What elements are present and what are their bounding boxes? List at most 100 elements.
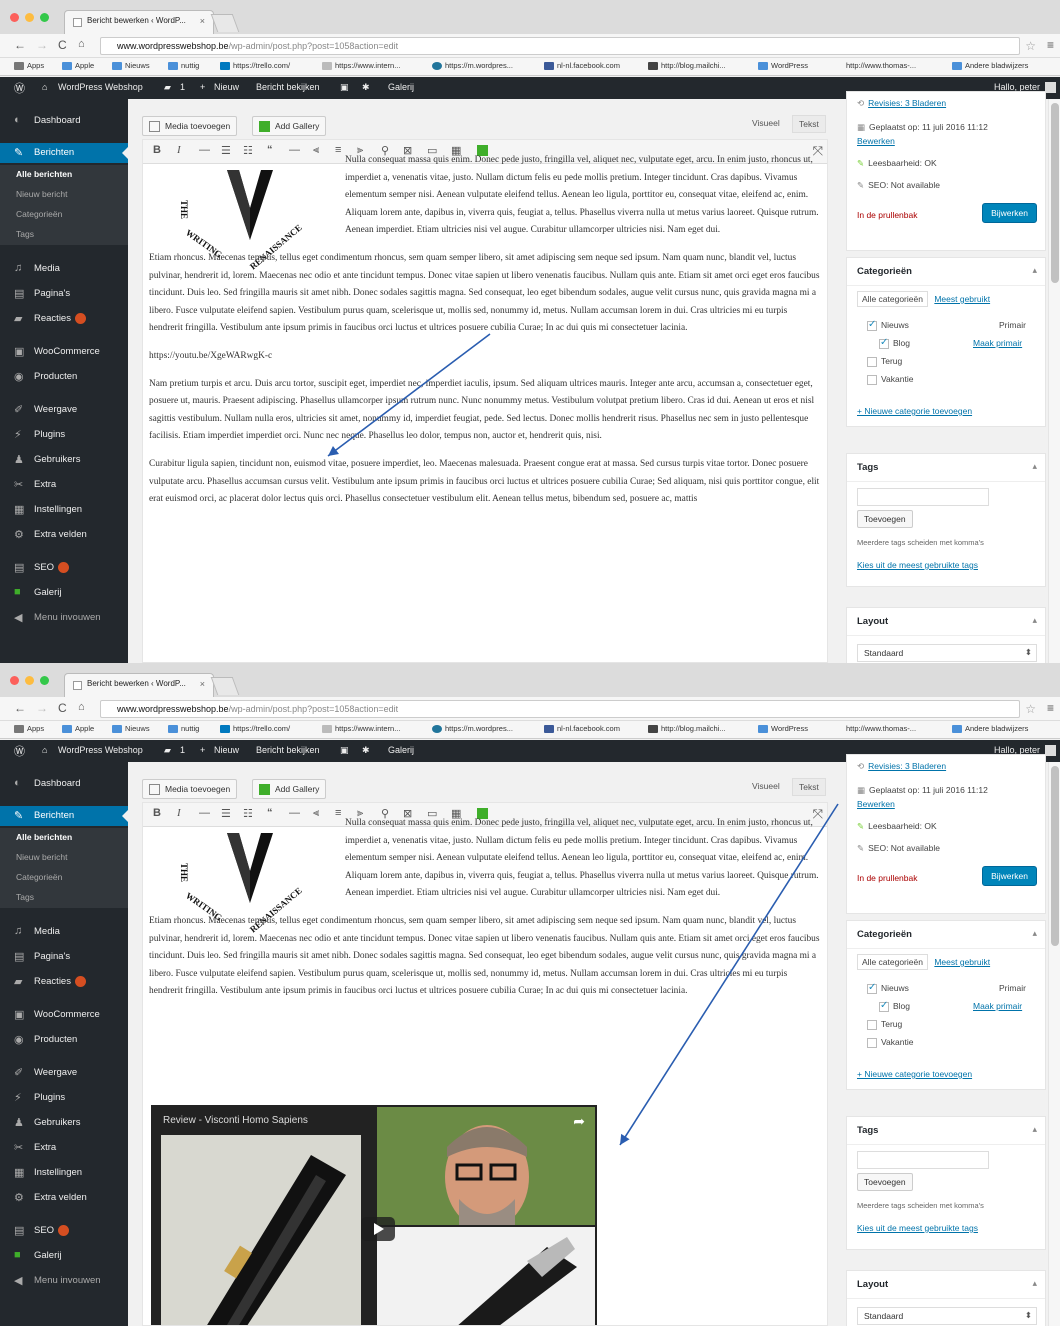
sidebar-item-seo[interactable]: ▤ SEO [0,558,128,578]
home-icon[interactable]: ⌂ [78,38,85,50]
close-tab-icon[interactable]: × [200,679,205,689]
tab-all-categories[interactable]: Alle categorieën [857,291,928,307]
browser-tab[interactable]: Bericht bewerken ‹ WordP... × [64,10,214,34]
bookmark-item[interactable]: Apps [14,61,44,70]
category-item[interactable]: Nieuws [867,319,909,331]
comments-icon[interactable]: ▰ [164,745,171,756]
tags-title[interactable]: Tags ▴ [847,454,1045,482]
tab-visual[interactable]: Visueel [752,781,780,791]
browser-tab[interactable]: Bericht bewerken ‹ WordP... × [64,673,214,697]
youtube-embed[interactable]: Review - Visconti Homo Sapiens ➦ [151,1105,597,1325]
new-tab-button[interactable] [210,677,240,695]
toggle-arrow-icon[interactable]: ▴ [1032,928,1037,939]
forward-icon[interactable]: → [36,38,48,52]
choose-tags-link[interactable]: Kies uit de meest gebruikte tags [857,1223,978,1233]
category-item[interactable]: Nieuws [867,982,909,994]
sidebar-item-gebruikers[interactable]: ♟ Gebruikers [0,450,128,470]
bookmark-item[interactable]: nuttig [168,724,199,733]
view-post-link[interactable]: Bericht bekijken [256,745,320,755]
bookmark-item[interactable]: http://www.thomas-... [846,724,916,733]
sidebar-item-dashboard[interactable]: ◐ Dashboard [0,111,128,131]
sidebar-item-extra-velden[interactable]: ⚙ Extra velden [0,1188,128,1208]
toggle-arrow-icon[interactable]: ▴ [1032,1278,1037,1289]
page-scrollbar[interactable] [1048,99,1060,663]
sidebar-item-berichten[interactable]: ✎ Berichten [0,806,128,826]
tag-input[interactable] [857,488,989,506]
sidebar-item-plugins[interactable]: ⚡ Plugins [0,425,128,445]
back-icon[interactable]: ← [14,38,26,52]
avatar[interactable] [1045,745,1056,756]
trash-link[interactable]: In de prullenbak [857,210,918,220]
numbered-list-icon[interactable]: ☷ [243,144,253,157]
category-item[interactable]: Terug [867,1019,902,1030]
layout-title[interactable]: Layout ▴ [847,1271,1045,1299]
revisions-link[interactable]: Revisies: 3 Bladeren [868,98,946,108]
strikethrough-icon[interactable]: — [199,807,210,819]
collapse-menu-button[interactable]: ◀ Menu invouwen [0,1271,128,1291]
bookmark-item[interactable]: http://www.thomas-... [846,61,916,70]
bookmark-item[interactable]: https://www.intern... [322,61,400,70]
bullet-list-icon[interactable]: ☰ [221,807,231,820]
post-editor[interactable]: B I — ☰ ☷ “ — ⫷ ≡ ⫸ ⚲ ⊠ ▭ ▦ ⤧ THE WRITIN… [142,139,828,663]
close-window-button[interactable] [10,676,19,685]
home-icon[interactable]: ⌂ [78,701,85,713]
align-center-icon[interactable]: ≡ [335,144,341,156]
italic-icon[interactable]: I [177,807,181,819]
close-tab-icon[interactable]: × [200,16,205,26]
avatar[interactable] [1045,82,1056,93]
reload-icon[interactable]: C [58,701,67,715]
edit-date-link[interactable]: Bewerken [857,136,895,146]
blockquote-icon[interactable]: “ [267,144,273,156]
bookmark-item[interactable]: Andere bladwijzers [952,61,1028,70]
toggle-arrow-icon[interactable]: ▴ [1032,1124,1037,1135]
category-item[interactable]: Vakantie [867,374,913,385]
wordpress-logo-icon[interactable]: Ⓦ [14,80,25,96]
sidebar-item-instellingen[interactable]: ▦ Instellingen [0,500,128,520]
sidebar-item-media[interactable]: ♫ Media [0,922,128,942]
add-category-link[interactable]: + Nieuwe categorie toevoegen [857,406,972,416]
edit-date-link[interactable]: Bewerken [857,799,895,809]
layout-title[interactable]: Layout ▴ [847,608,1045,636]
choose-tags-link[interactable]: Kies uit de meest gebruikte tags [857,560,978,570]
italic-icon[interactable]: I [177,144,181,156]
sidebar-item-dashboard[interactable]: ◐ Dashboard [0,774,128,794]
add-tag-button[interactable]: Toevoegen [857,510,913,528]
bold-icon[interactable]: B [153,807,161,819]
sidebar-item-seo[interactable]: ▤ SEO [0,1221,128,1241]
new-content-link[interactable]: Nieuw [214,745,239,755]
sidebar-subitem[interactable]: Tags [0,225,128,245]
reload-icon[interactable]: C [58,38,67,52]
sidebar-item-reacties[interactable]: ▰ Reacties [0,972,128,992]
sidebar-item-gebruikers[interactable]: ♟ Gebruikers [0,1113,128,1133]
sidebar-item-paginas[interactable]: ▤ Pagina's [0,284,128,304]
video-title[interactable]: Review - Visconti Homo Sapiens [163,1115,308,1126]
close-window-button[interactable] [10,13,19,22]
scrollbar-thumb[interactable] [1051,766,1059,946]
bookmark-item[interactable]: Nieuws [112,61,150,70]
site-name-link[interactable]: WordPress Webshop [58,82,143,92]
bookmark-item[interactable]: nl-nl.facebook.com [544,61,620,70]
tab-text[interactable]: Tekst [792,115,826,133]
maximize-window-button[interactable] [40,676,49,685]
sidebar-item-weergave[interactable]: ✐ Weergave [0,1063,128,1083]
bookmark-star-icon[interactable]: ☆ [1025,39,1036,53]
tags-title[interactable]: Tags ▴ [847,1117,1045,1145]
category-item[interactable]: Vakantie [867,1037,913,1048]
sidebar-item-woocommerce[interactable]: ▣ WooCommerce [0,1005,128,1025]
make-primary-link[interactable]: Maak primair [973,338,1022,348]
play-button[interactable] [361,1217,395,1241]
categories-title[interactable]: Categorieën ▴ [847,258,1045,286]
numbered-list-icon[interactable]: ☷ [243,807,253,820]
toggle-arrow-icon[interactable]: ▴ [1032,615,1037,626]
strikethrough-icon[interactable]: — [199,144,210,156]
layout-select[interactable]: Standaard [857,1307,1037,1325]
minimize-window-button[interactable] [25,13,34,22]
bookmark-item[interactable]: https://m.wordpres... [432,61,513,70]
sidebar-item-reacties[interactable]: ▰ Reacties [0,309,128,329]
page-scrollbar[interactable] [1048,762,1060,1326]
sidebar-subitem[interactable]: Alle berichten [0,165,128,185]
post-content[interactable]: Nulla consequat massa quis enim. Donec p… [149,155,823,519]
bookmark-item[interactable]: https://trello.com/ [220,724,290,733]
bookmark-item[interactable]: http://blog.mailchi... [648,724,726,733]
bullet-list-icon[interactable]: ☰ [221,144,231,157]
